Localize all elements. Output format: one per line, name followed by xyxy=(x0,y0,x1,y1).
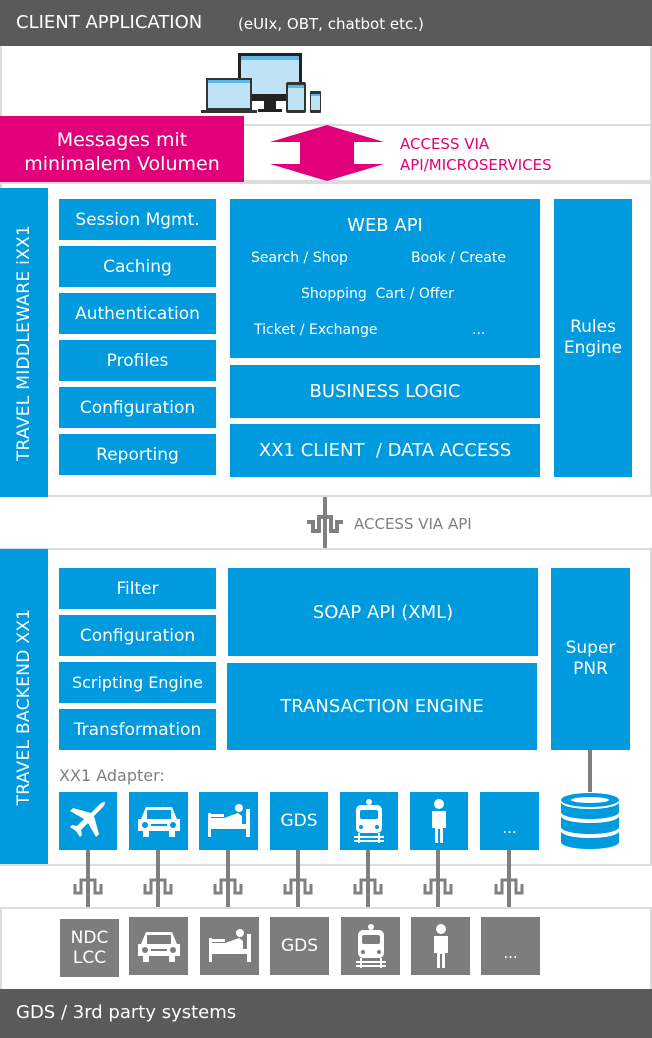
person-icon xyxy=(433,924,448,968)
backend-label: TRAVEL BACKEND XX1 xyxy=(0,549,48,864)
plug-connector-icon xyxy=(213,878,243,895)
business-logic-box: BUSINESS LOGIC xyxy=(230,365,540,418)
module-session-mgmt: Session Mgmt. xyxy=(59,199,216,240)
module-configuration: Configuration xyxy=(59,387,216,428)
super-pnr-line2: PNR xyxy=(573,659,608,679)
system-rail xyxy=(341,917,400,975)
access-label-line2: API/MICROSERVICES xyxy=(400,156,552,174)
backend-label-text: TRAVEL BACKEND XX1 xyxy=(14,608,34,805)
person-icon xyxy=(432,799,446,843)
adapter-hotel xyxy=(199,792,258,850)
module-transformation: Transformation xyxy=(59,709,216,750)
web-api-box: WEB API Search / Shop Book / Create Shop… xyxy=(230,199,540,358)
system-gds: GDS xyxy=(270,917,329,975)
header-subtitle: (eUIx, OBT, chatbot etc.) xyxy=(238,15,424,33)
super-pnr-box: Super PNR xyxy=(551,568,630,750)
car-icon xyxy=(137,807,180,837)
train-icon xyxy=(355,924,386,968)
web-api-title: WEB API xyxy=(347,215,423,236)
rules-engine-line2: Engine xyxy=(563,338,623,358)
rules-engine-line1: Rules xyxy=(570,317,616,337)
middleware-modules: Session Mgmt. Caching Authentication Pro… xyxy=(59,199,216,475)
adapter-row: GDS ... xyxy=(59,792,539,850)
module-configuration: Configuration xyxy=(59,615,216,656)
system-hotel xyxy=(200,917,259,975)
adapter-more: ... xyxy=(480,792,539,850)
message-line2: minimalem Volumen xyxy=(24,153,220,175)
access-via-api-label: ACCESS VIA API xyxy=(354,515,472,533)
header-title: CLIENT APPLICATION xyxy=(16,12,203,33)
web-api-item: Book / Create xyxy=(411,250,506,266)
adapter-person xyxy=(410,792,468,850)
third-party-row: NDC LCC GDS ... xyxy=(60,917,540,977)
client-data-access-box: XX1 CLIENT / DATA ACCESS xyxy=(230,424,540,477)
soap-api-box: SOAP API (XML) xyxy=(228,568,538,656)
airplane-icon xyxy=(70,801,106,837)
client-application-header: CLIENT APPLICATION (eUIx, OBT, chatbot e… xyxy=(0,0,652,47)
message-line1: Messages mit xyxy=(56,129,188,151)
train-icon xyxy=(354,799,384,843)
devices-icon xyxy=(201,53,321,113)
module-caching: Caching xyxy=(59,246,216,287)
backend-modules: Filter Configuration Scripting Engine Tr… xyxy=(59,568,216,750)
system-more: ... xyxy=(481,917,540,975)
third-party-footer: GDS / 3rd party systems xyxy=(0,989,652,1038)
plug-connector-icon xyxy=(494,878,524,895)
system-car xyxy=(129,917,188,975)
double-arrow-icon xyxy=(270,125,384,181)
hotel-bed-icon xyxy=(207,804,250,837)
plug-connector-icon xyxy=(283,878,313,895)
system-person xyxy=(411,917,470,975)
module-filter: Filter xyxy=(59,568,216,609)
plug-connector-icon xyxy=(423,878,453,895)
super-pnr-line1: Super xyxy=(565,638,616,658)
transaction-engine-box: TRANSACTION ENGINE xyxy=(227,663,537,750)
access-via-api-microservices-label: ACCESS VIA API/MICROSERVICES xyxy=(400,134,552,176)
module-authentication: Authentication xyxy=(59,293,216,334)
adapter-label: XX1 Adapter: xyxy=(59,766,165,785)
module-reporting: Reporting xyxy=(59,434,216,475)
rules-engine-box: Rules Engine xyxy=(554,199,632,477)
super-pnr-db-line xyxy=(588,750,592,792)
web-api-item: Shopping Cart / Offer xyxy=(301,286,454,302)
plug-connector-icon xyxy=(307,515,343,533)
web-api-item: ... xyxy=(472,322,486,338)
access-label-line1: ACCESS VIA xyxy=(400,135,490,153)
plug-connector-icon xyxy=(143,878,173,895)
middleware-label-text: TRAVEL MIDDLEWARE iXX1 xyxy=(14,224,34,461)
database-icon xyxy=(561,793,619,849)
web-api-item: Ticket / Exchange xyxy=(254,322,378,338)
message-volume-box: Messages mit minimalem Volumen xyxy=(0,116,244,188)
system-ndc-lcc: NDC LCC xyxy=(60,919,119,977)
car-icon xyxy=(137,932,180,962)
adapter-rail xyxy=(340,792,398,850)
lcc-label: LCC xyxy=(72,948,107,968)
web-api-item: Search / Shop xyxy=(251,250,348,266)
module-scripting-engine: Scripting Engine xyxy=(59,662,216,703)
footer-title: GDS / 3rd party systems xyxy=(16,1002,237,1023)
ndc-label: NDC xyxy=(70,928,109,948)
adapter-air xyxy=(59,792,117,850)
middleware-label: TRAVEL MIDDLEWARE iXX1 xyxy=(0,188,48,497)
adapter-car xyxy=(129,792,188,850)
module-profiles: Profiles xyxy=(59,340,216,381)
plug-connector-icon xyxy=(353,878,383,895)
adapter-gds: GDS xyxy=(270,792,328,850)
plug-connector-icon xyxy=(73,878,103,895)
hotel-bed-icon xyxy=(208,929,251,962)
